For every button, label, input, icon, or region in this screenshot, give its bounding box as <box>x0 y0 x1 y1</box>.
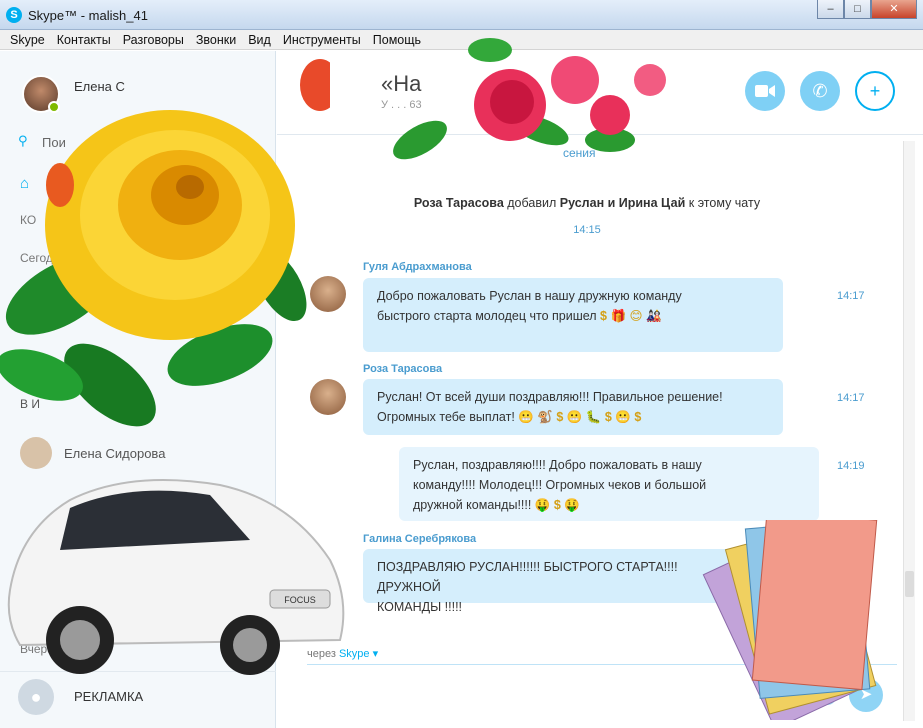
profile-name: Елена С <box>74 79 125 94</box>
message-time: 14:17 <box>837 290 865 302</box>
avatar[interactable] <box>310 379 346 415</box>
chat-header: «На У . . . 63 ✆ + <box>277 51 923 135</box>
system-action: добавил <box>507 196 557 210</box>
menu-skype[interactable]: Skype <box>4 30 51 49</box>
message-time: 14:17 <box>837 392 865 404</box>
emoticons: 🤑 $ 🤑 <box>534 498 580 512</box>
message-sender: Роза Тарасова <box>363 363 443 375</box>
emoticon-button[interactable] <box>817 685 837 705</box>
home-icon[interactable]: ⌂ <box>20 175 29 192</box>
profile-panel[interactable]: Елена С <box>0 51 276 127</box>
message-bubble[interactable]: Руслан! От всей души поздравляю!!! Прави… <box>363 379 783 435</box>
maximize-button[interactable]: □ <box>844 0 871 19</box>
menu-bar: Skype Контакты Разговоры Звонки Вид Инст… <box>0 30 923 50</box>
menu-tools[interactable]: Инструменты <box>277 30 367 49</box>
composer-via: через Skype ▾ <box>307 647 378 660</box>
close-button[interactable]: ✕ <box>871 0 917 19</box>
message-text: Огромных тебе выплат! <box>377 410 515 424</box>
scrollbar[interactable] <box>903 141 915 721</box>
window-title: Skype™ - malish_41 <box>28 8 148 23</box>
send-icon: ➤ <box>859 686 873 703</box>
contact-name: Елена Сидорова <box>64 446 166 461</box>
send-button[interactable]: ➤ <box>849 678 883 712</box>
presence-online-icon <box>48 101 60 113</box>
call-button[interactable]: ✆ <box>800 71 840 111</box>
search-label: Пои <box>42 135 66 150</box>
message-sender: Гуля Абдрахманова <box>363 261 472 273</box>
sidebar-item-ad[interactable]: ● РЕКЛАМКА <box>0 671 276 721</box>
group-icon: ● <box>18 679 54 715</box>
section-yesterday: Вчерашние <box>20 642 84 656</box>
message-text: дружной команды!!!! <box>413 498 532 512</box>
message-text: Добро пожаловать Руслан в нашу дружную к… <box>377 289 682 303</box>
emoticons: 😬 🐒 $ 😬 🐛 $ 😬 $ <box>518 410 642 424</box>
section-contacts: КО <box>20 213 37 227</box>
message-text: Руслан! От всей души поздравляю!!! Прави… <box>377 390 723 404</box>
search-icon: ⚲ <box>18 133 28 148</box>
message-sender: Галина Серебрякова <box>363 533 477 545</box>
minimize-button[interactable]: ‒ <box>817 0 844 19</box>
video-call-icon <box>755 85 775 97</box>
message-input[interactable]: через Skype ▾ <box>307 641 897 665</box>
message-bubble[interactable]: Добро пожаловать Руслан в нашу дружную к… <box>363 278 783 352</box>
phone-icon: ✆ <box>812 81 828 101</box>
system-message: Роза Тарасова добавил Руслан и Ирина Цай… <box>277 196 897 210</box>
title-bar: S Skype™ - malish_41 ‒ □ ✕ <box>0 0 923 30</box>
section-today: Сегодн <box>20 251 60 265</box>
system-tail: к этому чату <box>688 196 761 210</box>
menu-contacts[interactable]: Контакты <box>51 30 117 49</box>
menu-conversations[interactable]: Разговоры <box>117 30 190 49</box>
message-text: быстрого старта молодец что пришел <box>377 309 597 323</box>
add-contact-button[interactable]: + <box>855 71 895 111</box>
scrollbar-thumb[interactable] <box>905 571 914 597</box>
chat-subtitle: У . . . 63 <box>381 99 422 111</box>
sidebar: Елена С ⚲ Пои ⌂ КО Сегодн В И Елена Сидо… <box>0 51 276 728</box>
search-box[interactable]: ⚲ Пои <box>18 133 258 153</box>
message-text: КОМАНДЫ !!!!! <box>377 600 463 614</box>
menu-help[interactable]: Помощь <box>367 30 427 49</box>
menu-calls[interactable]: Звонки <box>190 30 242 49</box>
add-contact-icon: + <box>869 81 881 101</box>
ad-label: РЕКЛАМКА <box>74 689 144 704</box>
composer-via-link[interactable]: Skype ▾ <box>339 648 378 660</box>
video-call-button[interactable] <box>745 71 785 111</box>
message-text: ПОЗДРАВЛЯЮ РУСЛАН!!!!!! БЫСТРОГО СТАРТА!… <box>377 560 678 594</box>
avatar <box>20 437 52 469</box>
composer-via-prefix: через <box>307 648 336 660</box>
partial-contact-text: В И <box>20 397 40 411</box>
chat-title[interactable]: «На <box>381 71 421 97</box>
message-text: команду!!!! Молодец!!! Огромных чеков и … <box>413 478 707 492</box>
avatar[interactable] <box>310 276 346 312</box>
system-time: 14:15 <box>573 224 601 236</box>
window-controls: ‒ □ ✕ <box>817 0 917 19</box>
message-bubble[interactable]: ПОЗДРАВЛЯЮ РУСЛАН!!!!!! БЫСТРОГО СТАРТА!… <box>363 549 753 614</box>
emoticons: $ 🎁 😊 🎎 <box>600 309 662 323</box>
sidebar-item-contact[interactable]: Елена Сидорова <box>20 437 260 471</box>
message-time: 14:19 <box>837 460 865 472</box>
system-actor: Роза Тарасова <box>413 196 504 210</box>
chat-panel: «На У . . . 63 ✆ + сения Роза Тарасова д… <box>277 51 923 728</box>
menu-view[interactable]: Вид <box>242 30 277 49</box>
system-targets: Руслан и Ирина Цай <box>559 196 686 210</box>
history-link[interactable]: сения <box>563 146 596 160</box>
skype-logo-icon: S <box>6 7 22 23</box>
message-bubble-own[interactable]: Руслан, поздравляю!!!! Добро пожаловать … <box>399 447 819 521</box>
message-text: Руслан, поздравляю!!!! Добро пожаловать … <box>413 458 702 472</box>
